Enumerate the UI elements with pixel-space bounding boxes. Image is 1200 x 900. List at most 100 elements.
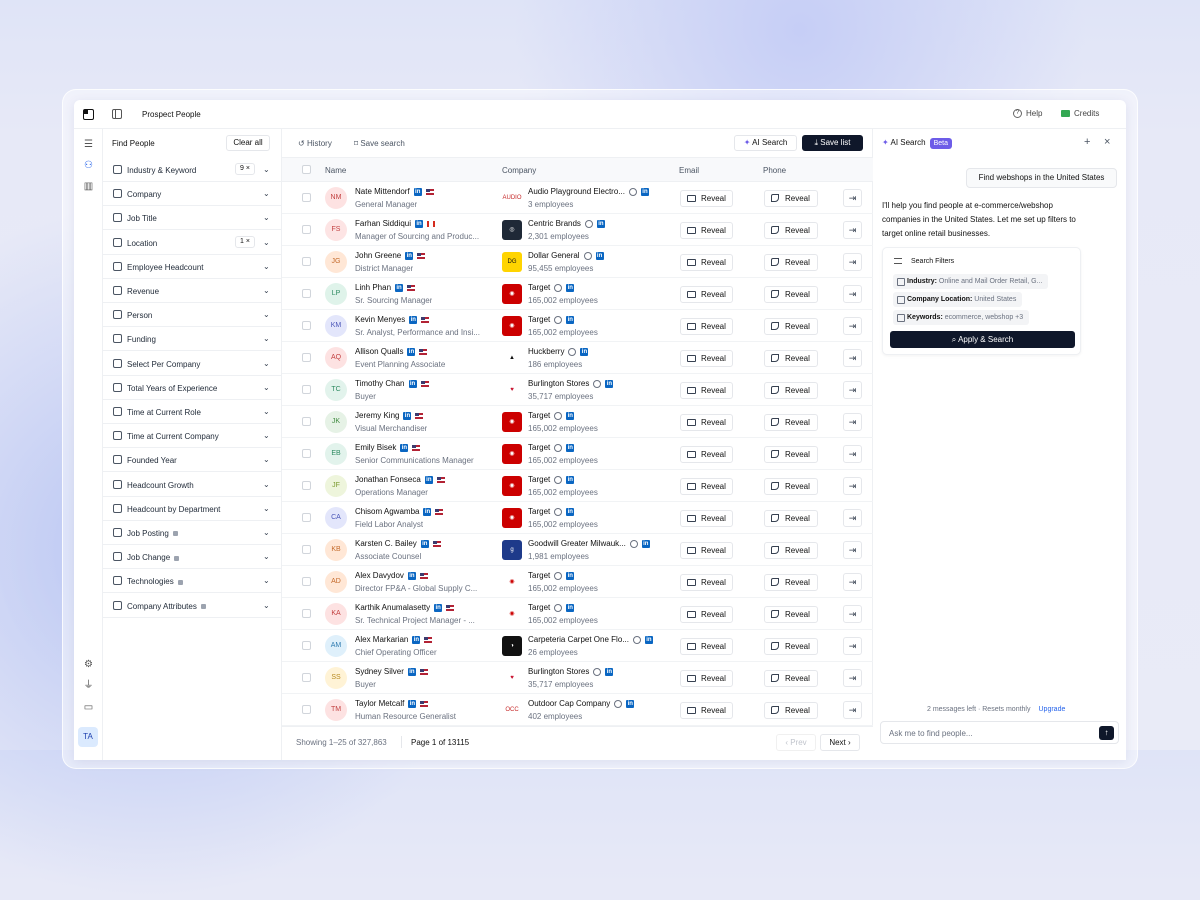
reveal-phone-button[interactable]: Reveal (764, 254, 818, 271)
filter-location[interactable]: Location 1 × ⌄ (103, 231, 281, 255)
filter-headcount-growth[interactable]: Headcount Growth ⌄ (103, 473, 281, 497)
linkedin-icon[interactable]: in (407, 571, 416, 580)
linkedin-icon[interactable]: in (644, 635, 653, 644)
person-name[interactable]: Allison Qualls in (355, 347, 428, 356)
reveal-email-button[interactable]: Reveal (680, 382, 733, 399)
reveal-phone-button[interactable]: Reveal (764, 318, 818, 335)
row-checkbox[interactable] (302, 673, 311, 682)
linkedin-icon[interactable]: in (566, 507, 575, 516)
linkedin-icon[interactable]: in (605, 667, 614, 676)
linkedin-icon[interactable]: in (405, 251, 414, 260)
open-profile-button[interactable]: ⇥ (843, 669, 862, 687)
person-name[interactable]: Sydney Silver in (355, 667, 428, 676)
reveal-phone-button[interactable]: Reveal (764, 478, 818, 495)
globe-icon[interactable] (593, 667, 602, 676)
reveal-email-button[interactable]: Reveal (680, 606, 733, 623)
filter-technologies[interactable]: Technologies ⌄ (103, 569, 281, 594)
filter-company-attributes[interactable]: Company Attributes ⌄ (103, 594, 281, 618)
linkedin-icon[interactable]: in (407, 667, 416, 676)
linkedin-icon[interactable]: in (595, 251, 604, 260)
building-icon[interactable]: ▥ (83, 181, 94, 192)
filter-headcount-by-department[interactable]: Headcount by Department ⌄ (103, 497, 281, 521)
row-checkbox[interactable] (302, 609, 311, 618)
open-profile-button[interactable]: ⇥ (843, 413, 862, 431)
filter-founded-year[interactable]: Founded Year ⌄ (103, 448, 281, 473)
linkedin-icon[interactable]: in (566, 315, 575, 324)
chevron-down-icon[interactable]: ⌄ (263, 480, 270, 489)
filter-person[interactable]: Person ⌄ (103, 303, 281, 328)
chevron-down-icon[interactable]: ⌄ (263, 528, 270, 537)
prev-page-button[interactable]: ‹ Prev (776, 734, 816, 751)
chevron-down-icon[interactable]: ⌄ (263, 504, 270, 513)
linkedin-icon[interactable]: in (420, 539, 429, 548)
row-checkbox[interactable] (302, 321, 311, 330)
chevron-down-icon[interactable]: ⌄ (263, 189, 270, 198)
reveal-phone-button[interactable]: Reveal (764, 414, 818, 431)
open-profile-button[interactable]: ⇥ (843, 253, 862, 271)
company-name[interactable]: Target in (528, 475, 575, 484)
chevron-down-icon[interactable]: ⌄ (263, 383, 270, 392)
globe-icon[interactable] (554, 603, 563, 612)
upgrade-link[interactable]: Upgrade (1039, 706, 1066, 713)
reveal-email-button[interactable]: Reveal (680, 574, 733, 591)
company-name[interactable]: Target in (528, 411, 575, 420)
linkedin-icon[interactable]: in (626, 699, 635, 708)
reveal-email-button[interactable]: Reveal (680, 286, 733, 303)
globe-icon[interactable] (614, 699, 623, 708)
row-checkbox[interactable] (302, 577, 311, 586)
reveal-phone-button[interactable]: Reveal (764, 702, 818, 719)
person-name[interactable]: Taylor Metcalf in (355, 699, 429, 708)
reveal-email-button[interactable]: Reveal (680, 318, 733, 335)
row-checkbox[interactable] (302, 449, 311, 458)
reveal-phone-button[interactable]: Reveal (764, 638, 818, 655)
filter-revenue[interactable]: Revenue ⌄ (103, 279, 281, 303)
linkedin-icon[interactable]: in (412, 635, 421, 644)
linkedin-icon[interactable]: in (641, 539, 650, 548)
linkedin-icon[interactable]: in (395, 283, 404, 292)
reveal-phone-button[interactable]: Reveal (764, 510, 818, 527)
chevron-down-icon[interactable]: ⌄ (263, 455, 270, 464)
filter-count-badge[interactable]: 1 × (235, 235, 255, 248)
linkedin-icon[interactable]: in (415, 219, 424, 228)
linkedin-icon[interactable]: in (566, 411, 575, 420)
filter-job-title[interactable]: Job Title ⌄ (103, 206, 281, 231)
next-page-button[interactable]: Next › (820, 734, 860, 751)
chevron-down-icon[interactable]: ⌄ (263, 238, 270, 247)
filter-industry-keyword[interactable]: Industry & Keyword 9 × ⌄ (103, 158, 281, 182)
open-profile-button[interactable]: ⇥ (843, 573, 862, 591)
linkedin-icon[interactable]: in (407, 347, 416, 356)
company-name[interactable]: Huckberry in (528, 347, 589, 356)
filter-select-per-company[interactable]: Select Per Company ⌄ (103, 352, 281, 376)
chevron-down-icon[interactable]: ⌄ (263, 310, 270, 319)
linkedin-icon[interactable]: in (605, 379, 614, 388)
chevron-down-icon[interactable]: ⌄ (263, 431, 270, 440)
chevron-down-icon[interactable]: ⌄ (263, 576, 270, 585)
globe-icon[interactable] (629, 539, 638, 548)
reveal-email-button[interactable]: Reveal (680, 446, 733, 463)
open-profile-button[interactable]: ⇥ (843, 317, 862, 335)
person-name[interactable]: Karthik Anumalasetty in (355, 603, 455, 612)
row-checkbox[interactable] (302, 545, 311, 554)
filter-total-years-of-experience[interactable]: Total Years of Experience ⌄ (103, 376, 281, 400)
filter-count-badge[interactable]: 9 × (235, 163, 255, 175)
list-icon[interactable]: ☰ (83, 139, 94, 150)
linkedin-icon[interactable]: in (434, 603, 443, 612)
chat-input[interactable] (889, 726, 1089, 740)
open-profile-button[interactable]: ⇥ (843, 349, 862, 367)
company-name[interactable]: Target in (528, 571, 575, 580)
reveal-phone-button[interactable]: Reveal (764, 190, 818, 207)
globe-icon[interactable] (584, 219, 593, 228)
globe-icon[interactable] (554, 315, 563, 324)
filter-job-change[interactable]: Job Change ⌄ (103, 545, 281, 570)
reveal-phone-button[interactable]: Reveal (764, 350, 818, 367)
globe-icon[interactable] (554, 443, 563, 452)
person-name[interactable]: Timothy Chan in (355, 379, 429, 388)
reveal-email-button[interactable]: Reveal (680, 190, 733, 207)
company-name[interactable]: Goodwill Greater Milwauk... in (528, 539, 650, 548)
reveal-email-button[interactable]: Reveal (680, 638, 733, 655)
linkedin-icon[interactable]: in (424, 475, 433, 484)
globe-icon[interactable] (632, 635, 641, 644)
help-button[interactable]: ? Help (1013, 109, 1042, 118)
ai-search-button[interactable]: ✦ AI Search (734, 135, 797, 151)
company-name[interactable]: Target in (528, 315, 575, 324)
